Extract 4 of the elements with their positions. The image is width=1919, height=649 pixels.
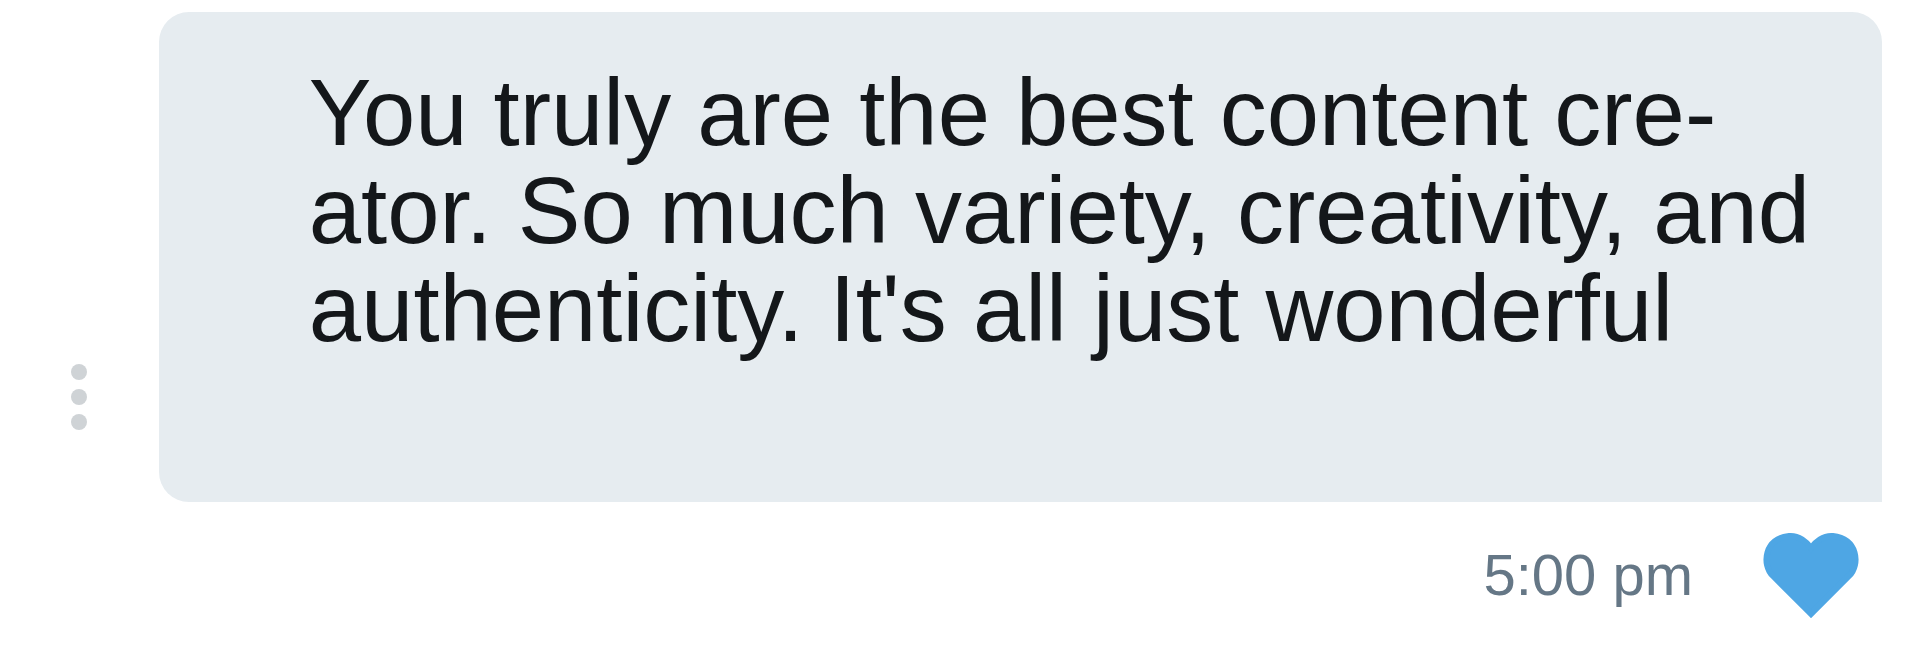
message-text: You truly are the best content cre- ator. So much variety, creativity, and authenticity. It's all just wonderful bbox=[308, 64, 1810, 363]
more-options-icon[interactable] bbox=[69, 362, 89, 432]
message-time: 5:00 pm bbox=[1483, 540, 1693, 608]
heart-icon[interactable] bbox=[1763, 530, 1859, 618]
